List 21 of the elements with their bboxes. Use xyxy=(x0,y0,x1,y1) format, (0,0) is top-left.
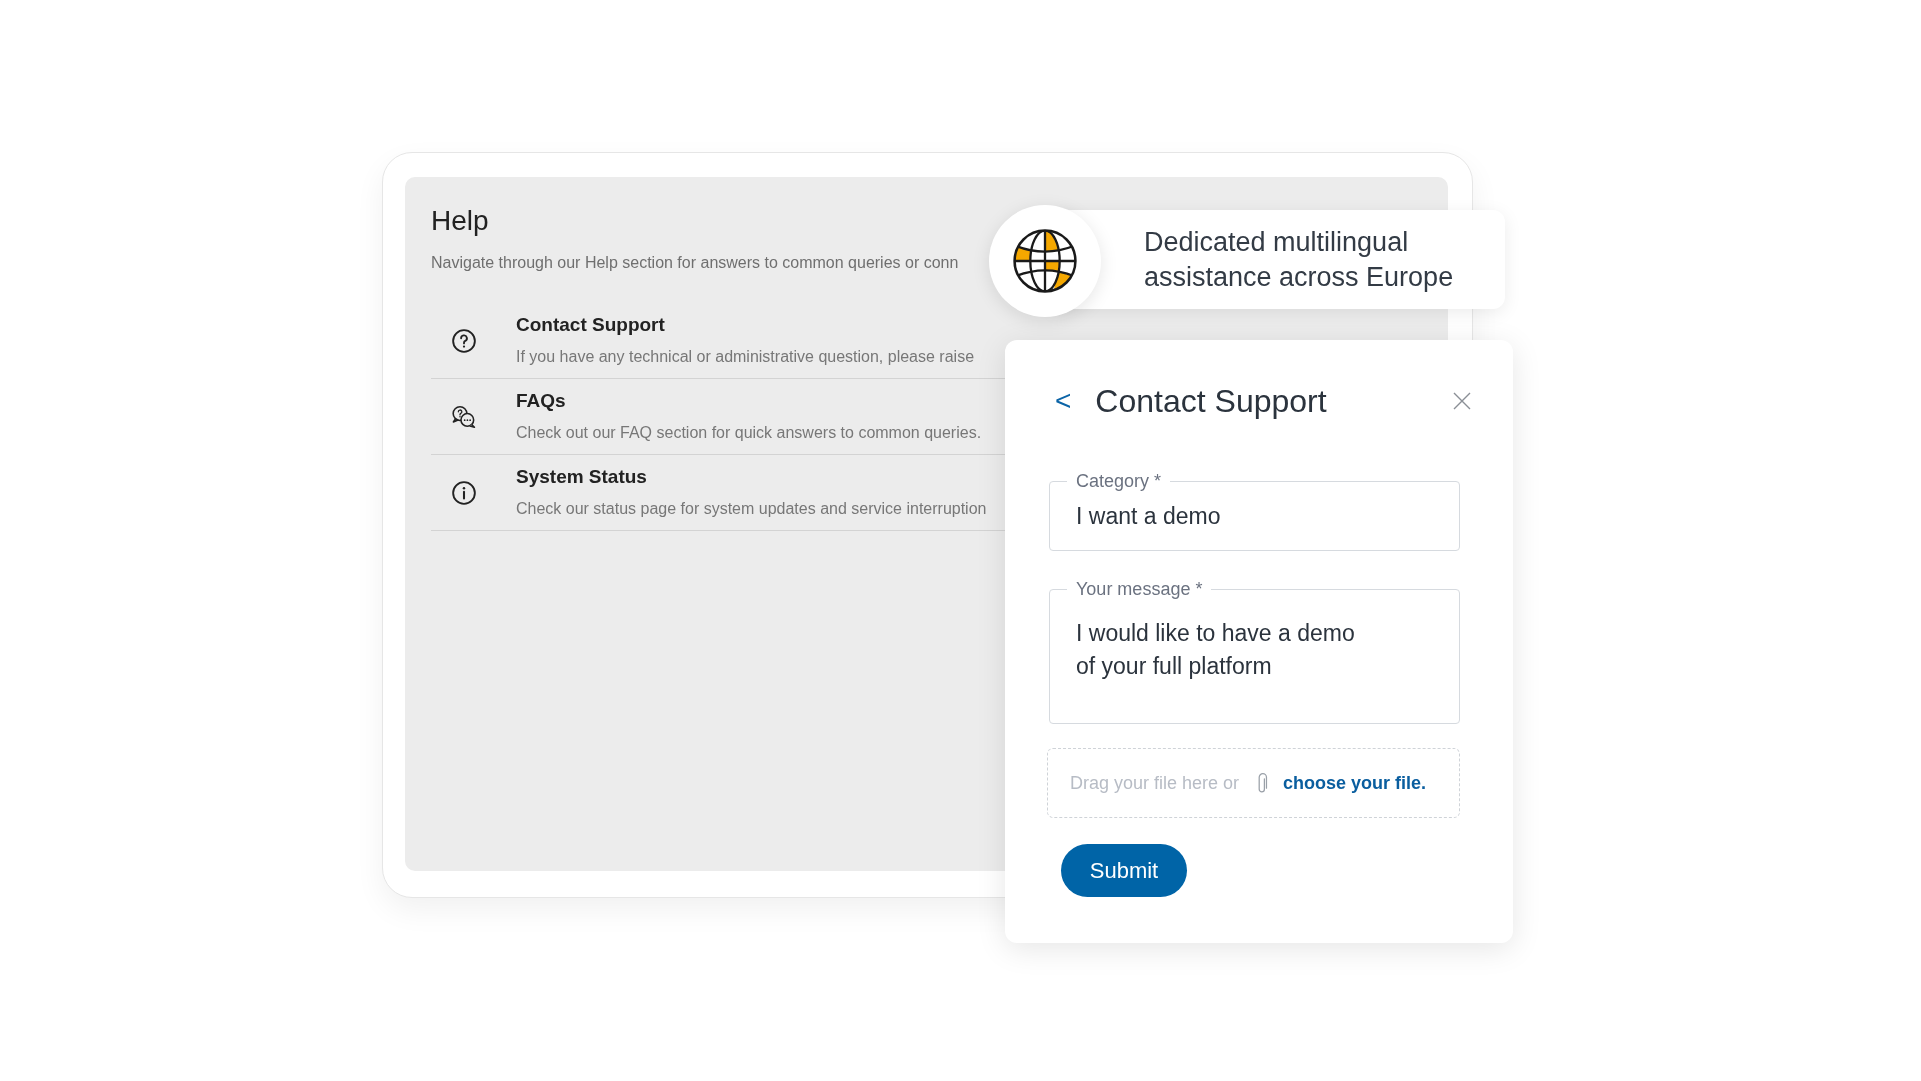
close-icon xyxy=(1453,392,1471,410)
help-subtitle: Navigate through our Help section for answers to common queries or conn xyxy=(431,253,959,273)
paperclip-icon xyxy=(1256,772,1269,794)
submit-button[interactable]: Submit xyxy=(1061,844,1187,897)
file-drop-zone[interactable]: Drag your file here or choose your file. xyxy=(1047,748,1460,818)
panel-title: Contact Support xyxy=(1095,382,1327,420)
close-button[interactable] xyxy=(1453,392,1471,410)
help-item-description: Check our status page for system updates and service interruption xyxy=(516,499,987,519)
help-item-description: If you have any technical or administrative question, please raise xyxy=(516,347,975,367)
help-item-description: Check out our FAQ section for quick answers to common queries. xyxy=(516,423,982,443)
help-title: Help xyxy=(431,205,489,237)
help-item-title[interactable]: System Status xyxy=(516,466,647,488)
drop-zone-text: Drag your file here or xyxy=(1070,772,1240,794)
help-item-title[interactable]: FAQs xyxy=(516,390,566,412)
callout-text: Dedicated multilingual assistance across Europe xyxy=(1144,225,1455,294)
help-item-title[interactable]: Contact Support xyxy=(516,314,665,336)
question-icon xyxy=(452,328,476,353)
info-icon xyxy=(452,480,476,505)
back-button[interactable]: < xyxy=(1055,385,1072,417)
choose-file-link[interactable]: choose your file. xyxy=(1283,772,1427,794)
chat-bubbles-icon xyxy=(452,404,476,429)
